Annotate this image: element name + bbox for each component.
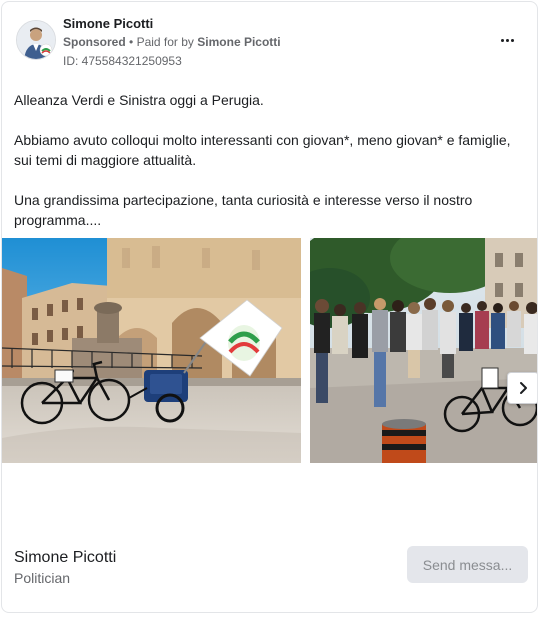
media-carousel: [2, 238, 537, 463]
footer-page-category: Politician: [14, 570, 71, 586]
more-options-icon: [500, 38, 515, 42]
more-options-button[interactable]: [495, 30, 519, 50]
paid-for-prefix: Paid for by: [136, 35, 194, 49]
body-paragraph: Una grandissima partecipazione, tanta cu…: [14, 192, 473, 228]
carousel-image-crowd[interactable]: [310, 238, 537, 463]
avatar-photo: [17, 21, 55, 59]
sponsored-label: Sponsored: [63, 35, 126, 49]
body-paragraph: Abbiamo avuto colloqui molto interessant…: [14, 132, 511, 168]
sponsored-line: Sponsored • Paid for by Simone Picotti: [63, 35, 281, 49]
advertiser-avatar[interactable]: [16, 20, 56, 60]
carousel-next-button[interactable]: [507, 372, 537, 404]
advertiser-name[interactable]: Simone Picotti: [63, 16, 153, 31]
body-paragraph: Alleanza Verdi e Sinistra oggi a Perugia…: [14, 92, 264, 108]
ad-card: Simone Picotti Sponsored • Paid for by S…: [1, 1, 538, 613]
ad-body-text: Alleanza Verdi e Sinistra oggi a Perugia…: [14, 90, 526, 230]
chevron-right-icon: [520, 382, 527, 394]
send-message-button[interactable]: Send messa...: [407, 546, 528, 583]
footer-page-name[interactable]: Simone Picotti: [14, 549, 116, 567]
separator-dot: •: [129, 35, 134, 49]
carousel-image-piazza-bike[interactable]: [2, 238, 301, 463]
paid-for-name: Simone Picotti: [197, 35, 281, 49]
ad-library-id: ID: 475584321250953: [63, 54, 182, 68]
